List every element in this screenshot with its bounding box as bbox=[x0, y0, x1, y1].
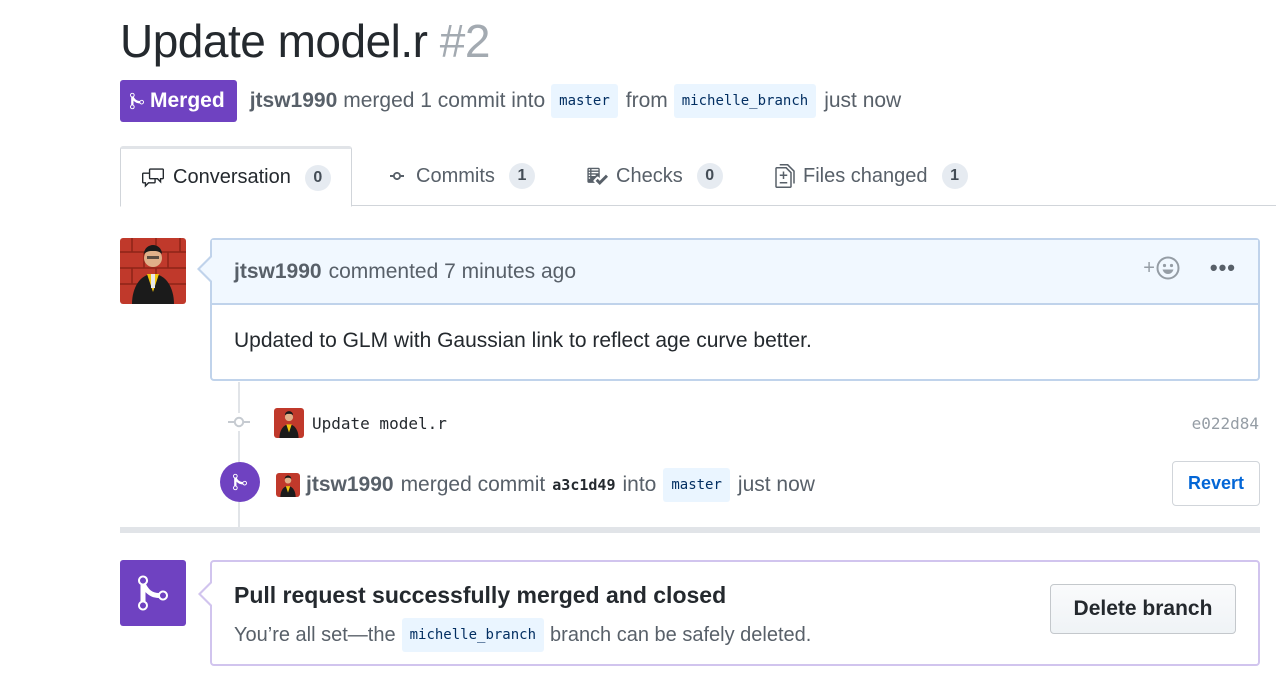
merge-subtext-before: You’re all set—the bbox=[234, 623, 396, 646]
pr-number: #2 bbox=[439, 15, 491, 67]
comment-author-link[interactable]: jtsw1990 bbox=[234, 260, 322, 284]
merge-subtext-after: branch can be safely deleted. bbox=[550, 623, 812, 646]
merge-box-pointer-fill bbox=[201, 583, 212, 605]
page-title: Update model.r #2 bbox=[120, 14, 490, 68]
kebab-menu-icon[interactable]: ••• bbox=[1210, 257, 1236, 279]
comment-discussion-icon bbox=[142, 167, 164, 188]
tab-conversation-label: Conversation bbox=[173, 166, 291, 188]
merge-author-link[interactable]: jtsw1990 bbox=[306, 473, 394, 497]
pr-title: Update model.r bbox=[120, 15, 428, 67]
merge-event: jtsw1990 merged commit a3c1d49 into mast… bbox=[276, 468, 815, 502]
git-commit-icon bbox=[227, 413, 251, 431]
author-link[interactable]: jtsw1990 bbox=[250, 89, 338, 113]
commit-message-link[interactable]: Update model.r bbox=[312, 414, 447, 433]
tab-checks[interactable]: Checks 0 bbox=[586, 146, 723, 206]
tab-checks-count: 0 bbox=[696, 163, 723, 189]
git-commit-icon bbox=[390, 172, 404, 180]
comment-timestamp[interactable]: commented 7 minutes ago bbox=[329, 260, 576, 284]
pr-status-row: Merged jtsw1990 merged 1 commit into mas… bbox=[120, 80, 901, 122]
revert-button[interactable]: Revert bbox=[1172, 461, 1260, 506]
comment-header: jtsw1990 commented 7 minutes ago + ••• bbox=[212, 240, 1258, 305]
from-text: from bbox=[625, 89, 668, 112]
timeline-divider bbox=[120, 527, 1260, 533]
git-merge-icon bbox=[220, 462, 260, 502]
merge-event-text: merged commit bbox=[400, 473, 546, 496]
commit-item: Update model.r bbox=[274, 408, 447, 438]
avatar[interactable] bbox=[274, 408, 304, 438]
merged-badge-label: Merged bbox=[150, 89, 225, 112]
delete-branch-button[interactable]: Delete branch bbox=[1050, 584, 1236, 634]
merge-summary: jtsw1990 merged 1 commit into master fro… bbox=[250, 84, 902, 118]
merge-event-time[interactable]: just now bbox=[738, 473, 815, 497]
base-branch-ref[interactable]: master bbox=[551, 84, 618, 118]
avatar[interactable] bbox=[120, 238, 186, 304]
reaction-plus: + bbox=[1143, 256, 1155, 279]
merge-commit-sha-link[interactable]: a3c1d49 bbox=[552, 476, 615, 494]
merge-target-branch[interactable]: master bbox=[663, 468, 730, 502]
tab-files-changed[interactable]: Files changed 1 bbox=[775, 146, 968, 206]
tab-checks-label: Checks bbox=[616, 164, 683, 187]
comment-actions: + ••• bbox=[1143, 256, 1236, 280]
timeline-line bbox=[238, 382, 240, 527]
head-branch-ref[interactable]: michelle_branch bbox=[673, 84, 817, 118]
tab-files-changed-count: 1 bbox=[941, 163, 968, 189]
git-merge-icon bbox=[120, 560, 186, 626]
smiley-icon[interactable] bbox=[1156, 256, 1180, 280]
file-diff-icon bbox=[775, 164, 795, 188]
pr-tabs: Conversation 0 Commits 1 Checks 0 Files … bbox=[120, 146, 1276, 207]
tab-conversation-count: 0 bbox=[304, 164, 331, 191]
tab-files-changed-label: Files changed bbox=[803, 164, 928, 187]
tab-commits-label: Commits bbox=[416, 164, 495, 187]
merge-status-box: Pull request successfully merged and clo… bbox=[210, 560, 1260, 666]
merge-heading: Pull request successfully merged and clo… bbox=[234, 582, 727, 608]
commit-sha-link[interactable]: e022d84 bbox=[1192, 414, 1259, 433]
checklist-icon bbox=[587, 167, 608, 185]
merge-subtext: You’re all set—the michelle_branch branc… bbox=[234, 618, 811, 652]
comment-pointer-fill bbox=[200, 257, 212, 281]
into-text: into bbox=[622, 473, 657, 496]
git-merge-icon bbox=[130, 92, 144, 110]
deletable-branch-ref[interactable]: michelle_branch bbox=[401, 618, 545, 652]
merge-time: just now bbox=[824, 89, 902, 112]
tab-commits[interactable]: Commits 1 bbox=[386, 146, 535, 206]
tab-conversation[interactable]: Conversation 0 bbox=[120, 146, 352, 207]
merge-summary-text: merged 1 commit into bbox=[343, 89, 546, 112]
avatar[interactable] bbox=[276, 473, 300, 497]
merged-status-badge: Merged bbox=[120, 80, 237, 122]
comment: jtsw1990 commented 7 minutes ago + ••• U… bbox=[210, 238, 1260, 381]
comment-body: Updated to GLM with Gaussian link to ref… bbox=[234, 329, 812, 352]
tab-commits-count: 1 bbox=[508, 163, 535, 189]
